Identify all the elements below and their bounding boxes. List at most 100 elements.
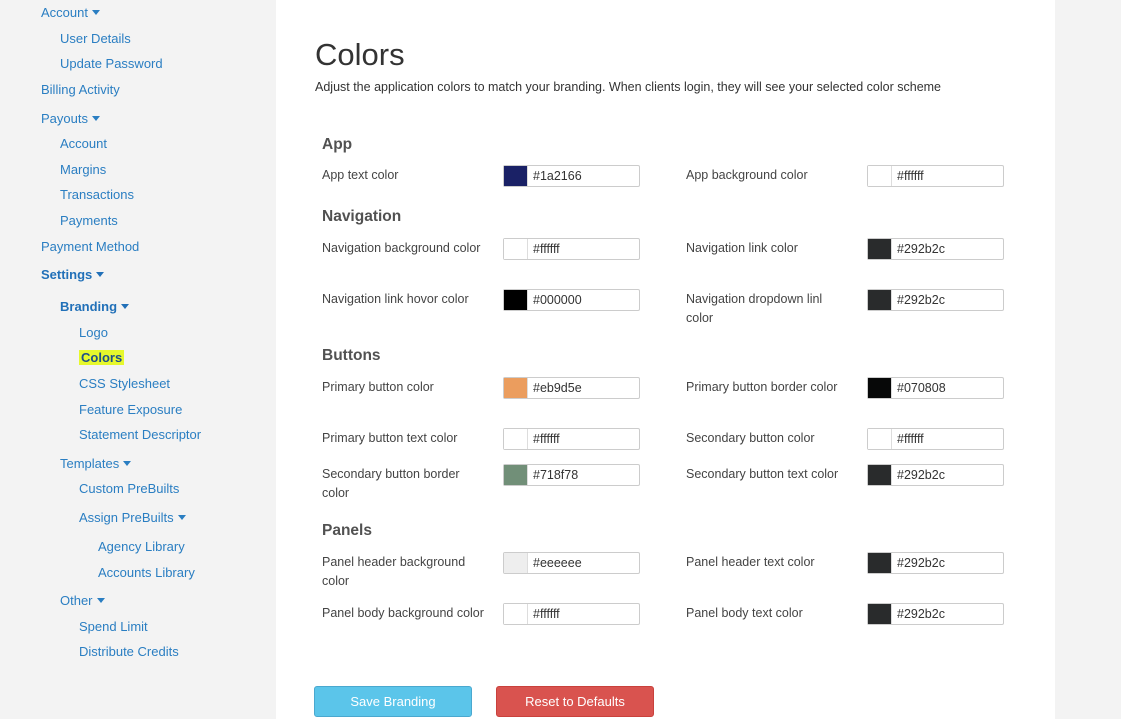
sidebar-item-label: Account bbox=[41, 5, 88, 20]
sidebar-item-label: Spend Limit bbox=[79, 619, 148, 634]
color-input-secondary-button-color[interactable]: #ffffff bbox=[867, 428, 1004, 450]
caret-down-icon bbox=[123, 461, 132, 466]
field-label-panel-header-text-color: Panel header text color bbox=[686, 555, 815, 569]
sidebar-item-accounts-library[interactable]: Accounts Library bbox=[98, 565, 195, 581]
sidebar-item-label: Settings bbox=[41, 267, 93, 282]
color-swatch[interactable] bbox=[504, 604, 528, 624]
color-swatch[interactable] bbox=[504, 429, 528, 449]
color-input-panel-body-text-color[interactable]: #292b2c bbox=[867, 603, 1004, 625]
color-input-app-background-color[interactable]: #ffffff bbox=[867, 165, 1004, 187]
color-input-primary-button-border-color[interactable]: #070808 bbox=[867, 377, 1004, 399]
field-label-app-text-color: App text color bbox=[322, 168, 399, 182]
color-input-primary-button-text-color[interactable]: #ffffff bbox=[503, 428, 640, 450]
sidebar-item-billing-activity[interactable]: Billing Activity bbox=[41, 82, 120, 98]
right-gutter bbox=[1055, 0, 1121, 719]
color-input-panel-header-background-color[interactable]: #eeeeee bbox=[503, 552, 640, 574]
color-swatch[interactable] bbox=[868, 166, 892, 186]
sidebar-item-label: Colors bbox=[79, 350, 125, 365]
sidebar-item-settings[interactable]: Settings bbox=[41, 267, 105, 283]
color-swatch[interactable] bbox=[504, 378, 528, 398]
color-input-navigation-dropdown-linl-color[interactable]: #292b2c bbox=[867, 289, 1004, 311]
field-label-secondary-button-border-color: Secondary button border color bbox=[322, 467, 460, 500]
color-swatch[interactable] bbox=[504, 553, 528, 573]
sidebar-item-transactions[interactable]: Transactions bbox=[60, 187, 134, 203]
color-input-navigation-link-color[interactable]: #292b2c bbox=[867, 238, 1004, 260]
sidebar-item-update-password[interactable]: Update Password bbox=[60, 56, 163, 72]
color-input-app-text-color[interactable]: #1a2166 bbox=[503, 165, 640, 187]
sidebar-item-margins[interactable]: Margins bbox=[60, 162, 106, 178]
color-hex-value: #ffffff bbox=[533, 432, 560, 446]
color-swatch[interactable] bbox=[504, 166, 528, 186]
caret-down-icon bbox=[91, 10, 100, 15]
caret-down-icon bbox=[96, 272, 105, 277]
sidebar-item-user-details[interactable]: User Details bbox=[60, 31, 131, 47]
color-input-panel-header-text-color[interactable]: #292b2c bbox=[867, 552, 1004, 574]
sidebar-item-feature-exposure[interactable]: Feature Exposure bbox=[79, 402, 182, 418]
color-hex-value: #ffffff bbox=[897, 432, 924, 446]
sidebar-item-account[interactable]: Account bbox=[60, 136, 107, 152]
color-swatch[interactable] bbox=[868, 239, 892, 259]
sidebar-item-label: Assign PreBuilts bbox=[79, 510, 174, 525]
sidebar-item-label: Logo bbox=[79, 325, 108, 340]
color-hex-value: #ffffff bbox=[897, 169, 924, 183]
section-title-navigation: Navigation bbox=[322, 208, 402, 225]
color-swatch[interactable] bbox=[504, 239, 528, 259]
color-hex-value: #ffffff bbox=[533, 607, 560, 621]
color-input-secondary-button-border-color[interactable]: #718f78 bbox=[503, 464, 640, 486]
sidebar-item-label: Payouts bbox=[41, 111, 88, 126]
color-swatch[interactable] bbox=[868, 290, 892, 310]
reset-to-defaults-button[interactable]: Reset to Defaults bbox=[496, 686, 654, 717]
field-label-navigation-link-hovor-color: Navigation link hovor color bbox=[322, 292, 469, 306]
color-swatch[interactable] bbox=[868, 553, 892, 573]
sidebar-item-payment-method[interactable]: Payment Method bbox=[41, 239, 139, 255]
sidebar-item-agency-library[interactable]: Agency Library bbox=[98, 539, 185, 555]
save-branding-button[interactable]: Save Branding bbox=[314, 686, 472, 717]
color-swatch[interactable] bbox=[868, 604, 892, 624]
page-title: Colors bbox=[315, 37, 405, 72]
color-swatch[interactable] bbox=[868, 429, 892, 449]
caret-down-icon bbox=[177, 515, 186, 520]
sidebar-item-label: Other bbox=[60, 593, 93, 608]
caret-down-icon bbox=[91, 116, 100, 121]
color-swatch[interactable] bbox=[868, 378, 892, 398]
sidebar-item-css-stylesheet[interactable]: CSS Stylesheet bbox=[79, 376, 170, 392]
sidebar-item-templates[interactable]: Templates bbox=[60, 456, 132, 472]
sidebar-item-label: Transactions bbox=[60, 187, 134, 202]
color-swatch[interactable] bbox=[504, 465, 528, 485]
color-hex-value: #000000 bbox=[533, 293, 582, 307]
sidebar-item-statement-descriptor[interactable]: Statement Descriptor bbox=[79, 427, 201, 443]
sidebar-item-spend-limit[interactable]: Spend Limit bbox=[79, 619, 148, 635]
color-input-primary-button-color[interactable]: #eb9d5e bbox=[503, 377, 640, 399]
sidebar-item-payouts[interactable]: Payouts bbox=[41, 111, 100, 127]
sidebar-item-label: Statement Descriptor bbox=[79, 427, 202, 442]
sidebar-item-assign-prebuilts[interactable]: Assign PreBuilts bbox=[79, 510, 186, 526]
sidebar-item-label: Feature Exposure bbox=[79, 402, 183, 417]
color-hex-value: #292b2c bbox=[897, 293, 945, 307]
sidebar-item-other[interactable]: Other bbox=[60, 593, 105, 609]
field-label-panel-body-text-color: Panel body text color bbox=[686, 606, 803, 620]
color-hex-value: #070808 bbox=[897, 381, 946, 395]
color-swatch[interactable] bbox=[504, 290, 528, 310]
sidebar: Account User Details Update Password Billin… bbox=[0, 0, 276, 719]
sidebar-item-branding[interactable]: Branding bbox=[60, 299, 130, 315]
color-hex-value: #292b2c bbox=[897, 242, 945, 256]
color-hex-value: #292b2c bbox=[897, 556, 945, 570]
sidebar-item-payments[interactable]: Payments bbox=[60, 213, 118, 229]
sidebar-item-label: Branding bbox=[60, 299, 118, 314]
field-label-navigation-link-color: Navigation link color bbox=[686, 241, 798, 255]
color-input-navigation-background-color[interactable]: #ffffff bbox=[503, 238, 640, 260]
sidebar-item-label: Update Password bbox=[60, 56, 163, 71]
color-input-navigation-link-hovor-color[interactable]: #000000 bbox=[503, 289, 640, 311]
sidebar-item-label: Distribute Credits bbox=[79, 644, 179, 659]
sidebar-item-account[interactable]: Account bbox=[41, 5, 100, 21]
sidebar-item-distribute-credits[interactable]: Distribute Credits bbox=[79, 644, 179, 660]
sidebar-item-logo[interactable]: Logo bbox=[79, 325, 108, 341]
color-input-secondary-button-text-color[interactable]: #292b2c bbox=[867, 464, 1004, 486]
caret-down-icon bbox=[96, 598, 105, 603]
field-label-primary-button-color: Primary button color bbox=[322, 380, 434, 394]
sidebar-item-colors[interactable]: Colors bbox=[79, 350, 125, 366]
section-title-app: App bbox=[322, 136, 353, 153]
color-input-panel-body-background-color[interactable]: #ffffff bbox=[503, 603, 640, 625]
color-swatch[interactable] bbox=[868, 465, 892, 485]
sidebar-item-custom-prebuilts[interactable]: Custom PreBuilts bbox=[79, 481, 179, 497]
